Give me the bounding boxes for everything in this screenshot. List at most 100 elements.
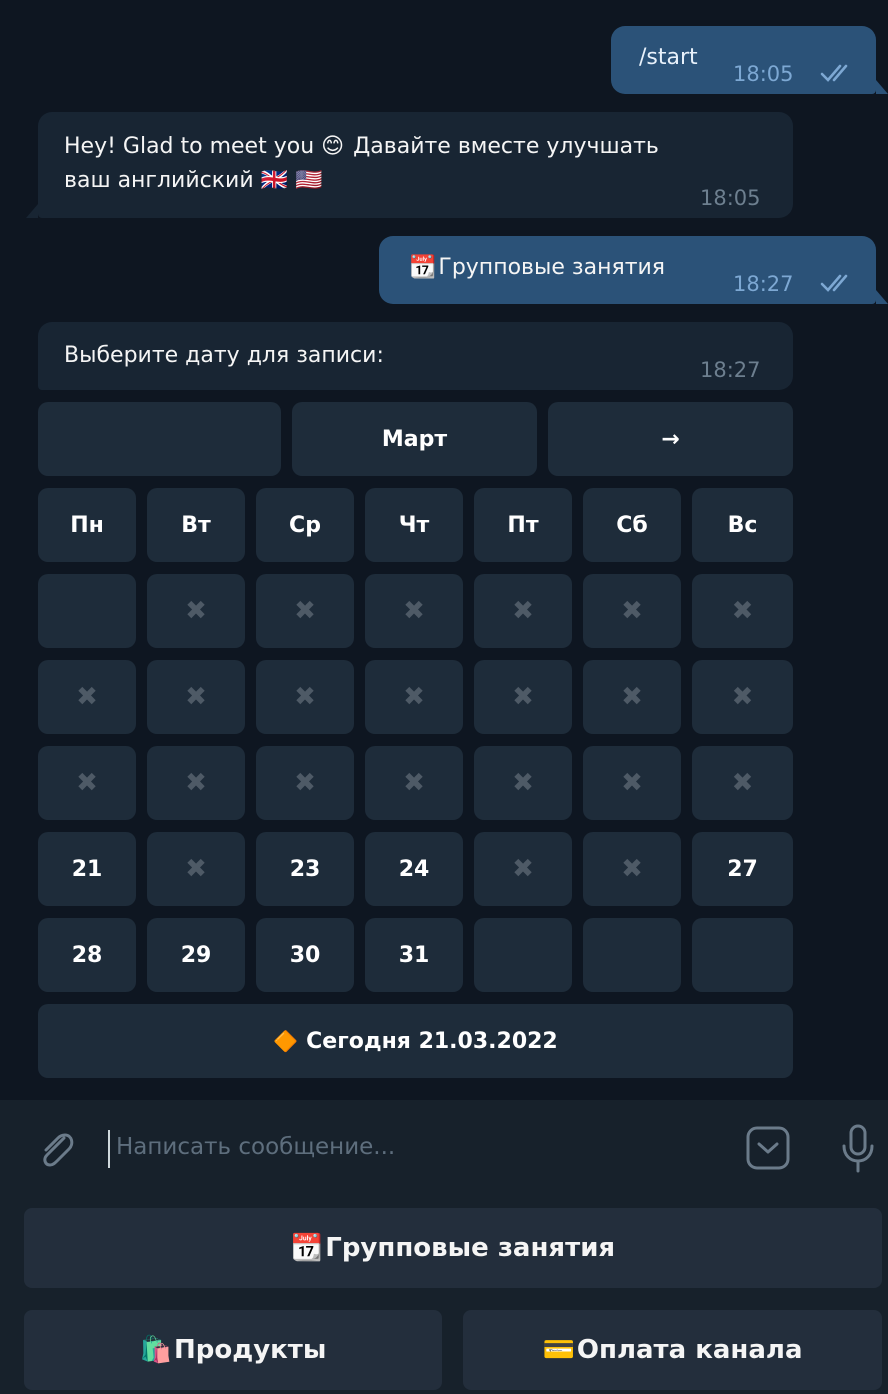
unavailable-x-icon: ✖ bbox=[512, 768, 534, 798]
weekday-label[interactable]: Сб bbox=[583, 488, 681, 562]
calendar-day-available[interactable]: 29 bbox=[147, 918, 245, 992]
calendar-emoji: 📆 bbox=[290, 1233, 324, 1263]
calendar-prev-button[interactable] bbox=[38, 402, 281, 476]
weekday-label[interactable]: Ср bbox=[256, 488, 354, 562]
calendar-day-unavailable[interactable]: ✖ bbox=[583, 746, 681, 820]
calendar-day-unavailable[interactable]: ✖ bbox=[256, 746, 354, 820]
calendar-day-unavailable[interactable]: ✖ bbox=[474, 746, 572, 820]
bot-keyboard-icon[interactable] bbox=[744, 1124, 792, 1172]
weekday-label[interactable]: Пт bbox=[474, 488, 572, 562]
unavailable-x-icon: ✖ bbox=[403, 596, 425, 626]
reply-button-label: Оплата канала bbox=[576, 1335, 803, 1365]
calendar-day-unavailable[interactable]: ✖ bbox=[692, 746, 793, 820]
paperclip-icon[interactable] bbox=[34, 1126, 78, 1172]
bubble-tail bbox=[26, 204, 38, 218]
unavailable-x-icon: ✖ bbox=[185, 596, 207, 626]
calendar-day-available[interactable]: 24 bbox=[365, 832, 463, 906]
calendar-day-available[interactable]: 27 bbox=[692, 832, 793, 906]
unavailable-x-icon: ✖ bbox=[403, 682, 425, 712]
incoming-message-greeting[interactable]: Hey! Glad to meet you 😊 Давайте вместе у… bbox=[26, 112, 793, 218]
unavailable-x-icon: ✖ bbox=[185, 854, 207, 884]
calendar-day-unavailable[interactable]: ✖ bbox=[474, 660, 572, 734]
calendar-emoji: 📆 bbox=[409, 255, 437, 280]
calendar-day-unavailable[interactable]: ✖ bbox=[38, 660, 136, 734]
message-time: 18:05 bbox=[733, 62, 794, 86]
calendar-day-unavailable[interactable]: ✖ bbox=[583, 574, 681, 648]
today-label: Сегодня 21.03.2022 bbox=[306, 1028, 558, 1054]
calendar-day-unavailable[interactable]: ✖ bbox=[692, 574, 793, 648]
day-number: 31 bbox=[398, 942, 430, 968]
calendar-day-available[interactable]: 30 bbox=[256, 918, 354, 992]
calendar-day-unavailable[interactable]: ✖ bbox=[583, 660, 681, 734]
calendar-day-unavailable[interactable]: ✖ bbox=[147, 660, 245, 734]
telegram-chat-window: /start 18:05 Hey! Glad to meet you 😊 Дав… bbox=[0, 0, 888, 1394]
calendar-day-empty[interactable] bbox=[692, 918, 793, 992]
composer-area: Написать сообщение... 📆 Групповые заняти… bbox=[0, 1100, 888, 1394]
reply-button-group-lessons[interactable]: 📆 Групповые занятия bbox=[24, 1208, 882, 1288]
calendar-day-unavailable[interactable]: ✖ bbox=[256, 660, 354, 734]
unavailable-x-icon: ✖ bbox=[512, 682, 534, 712]
reply-button-payment[interactable]: 💳 Оплата канала bbox=[463, 1310, 882, 1390]
unavailable-x-icon: ✖ bbox=[731, 596, 754, 626]
message-time: 18:05 bbox=[700, 186, 761, 210]
outgoing-message-group-lessons[interactable]: 📆Групповые занятия 18:27 bbox=[379, 236, 888, 304]
today-button[interactable]: 🔶 Сегодня 21.03.2022 bbox=[38, 1004, 793, 1078]
calendar-day-available[interactable]: 21 bbox=[38, 832, 136, 906]
unavailable-x-icon: ✖ bbox=[512, 854, 534, 884]
message-list[interactable]: /start 18:05 Hey! Glad to meet you 😊 Дав… bbox=[0, 0, 888, 1100]
calendar-day-available[interactable]: 28 bbox=[38, 918, 136, 992]
weekday-label[interactable]: Вс bbox=[692, 488, 793, 562]
greeting-line-1: Hey! Glad to meet you bbox=[64, 134, 315, 159]
reply-button-products[interactable]: 🛍️ Продукты bbox=[24, 1310, 442, 1390]
calendar-day-empty[interactable] bbox=[474, 918, 572, 992]
double-check-icon bbox=[820, 274, 848, 292]
calendar-day-unavailable[interactable]: ✖ bbox=[147, 746, 245, 820]
calendar-day-unavailable[interactable]: ✖ bbox=[583, 832, 681, 906]
unavailable-x-icon: ✖ bbox=[731, 682, 754, 712]
reply-button-label: Продукты bbox=[173, 1335, 327, 1365]
unavailable-x-icon: ✖ bbox=[403, 768, 425, 798]
calendar-day-unavailable[interactable]: ✖ bbox=[38, 746, 136, 820]
weekday-label[interactable]: Вт bbox=[147, 488, 245, 562]
calendar-day-unavailable[interactable]: ✖ bbox=[256, 574, 354, 648]
message-input-placeholder[interactable]: Написать сообщение... bbox=[116, 1134, 395, 1160]
day-number: 28 bbox=[71, 942, 103, 968]
day-number: 21 bbox=[71, 856, 103, 882]
incoming-message-choose-date[interactable]: Выберите дату для записи: 18:27 bbox=[38, 322, 793, 390]
microphone-icon[interactable] bbox=[838, 1122, 878, 1176]
day-number: 23 bbox=[289, 856, 321, 882]
calendar-month-button[interactable]: Март bbox=[292, 402, 537, 476]
calendar-day-unavailable[interactable]: ✖ bbox=[365, 746, 463, 820]
calendar-day-available[interactable]: 23 bbox=[256, 832, 354, 906]
greeting-line-2: ваш английский bbox=[64, 168, 254, 193]
flags-emoji: 🇬🇧 🇺🇸 bbox=[260, 168, 323, 193]
unavailable-x-icon: ✖ bbox=[76, 682, 98, 712]
unavailable-x-icon: ✖ bbox=[294, 596, 316, 626]
calendar-day-unavailable[interactable]: ✖ bbox=[692, 660, 793, 734]
unavailable-x-icon: ✖ bbox=[621, 768, 643, 798]
calendar-day-unavailable[interactable]: ✖ bbox=[474, 574, 572, 648]
calendar-day-unavailable[interactable]: ✖ bbox=[474, 832, 572, 906]
bubble-tail bbox=[876, 290, 888, 304]
calendar-day-unavailable[interactable]: ✖ bbox=[365, 574, 463, 648]
message-text: Выберите дату для записи: bbox=[64, 343, 384, 368]
calendar-day-available[interactable]: 31 bbox=[365, 918, 463, 992]
message-input-row: Написать сообщение... bbox=[0, 1100, 888, 1200]
outgoing-message-start[interactable]: /start 18:05 bbox=[611, 26, 888, 94]
double-check-icon bbox=[820, 64, 848, 82]
day-number: 30 bbox=[289, 942, 321, 968]
text-cursor bbox=[108, 1130, 110, 1168]
unavailable-x-icon: ✖ bbox=[621, 596, 643, 626]
calendar-next-button[interactable]: → bbox=[548, 402, 793, 476]
unavailable-x-icon: ✖ bbox=[512, 596, 534, 626]
day-number: 29 bbox=[180, 942, 212, 968]
calendar-day-unavailable[interactable]: ✖ bbox=[147, 574, 245, 648]
calendar-day-unavailable[interactable]: ✖ bbox=[147, 832, 245, 906]
calendar-day-empty[interactable] bbox=[38, 574, 136, 648]
unavailable-x-icon: ✖ bbox=[621, 682, 643, 712]
calendar-day-unavailable[interactable]: ✖ bbox=[365, 660, 463, 734]
orange-diamond-icon: 🔶 bbox=[273, 1029, 299, 1053]
weekday-label[interactable]: Чт bbox=[365, 488, 463, 562]
calendar-day-empty[interactable] bbox=[583, 918, 681, 992]
weekday-label[interactable]: Пн bbox=[38, 488, 136, 562]
